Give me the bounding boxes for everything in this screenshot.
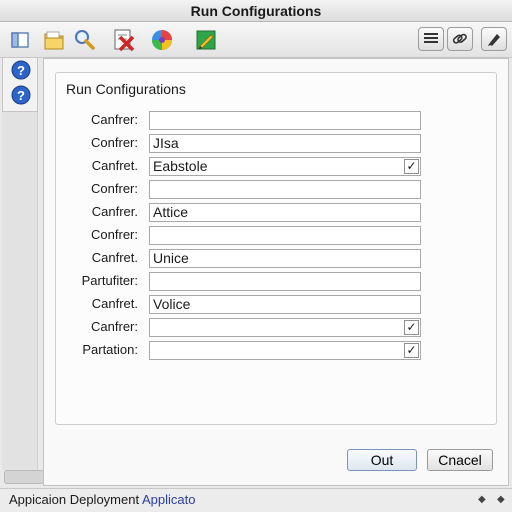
window-title-bar: Run Configurations (0, 0, 512, 22)
pen-icon (488, 34, 500, 46)
field-label: Canfret. (91, 250, 138, 265)
list-view-button[interactable] (418, 27, 444, 51)
edit-button[interactable] (192, 26, 220, 54)
config-field[interactable]: Volice (149, 295, 421, 314)
left-strip (2, 112, 38, 470)
config-field[interactable]: JIsa (149, 134, 421, 153)
field-label: Canfret. (91, 158, 138, 173)
field-checkbox[interactable]: ✓ (404, 343, 419, 358)
resize-icon[interactable]: ◆ (497, 489, 505, 511)
search-button[interactable] (70, 26, 98, 54)
status-bar: Appicaion Deployment Applicato ◆ ◆ (0, 488, 512, 512)
config-field[interactable]: Eabstole ✓ (149, 157, 421, 176)
field-label: Canfrer. (91, 204, 138, 219)
cancel-button[interactable]: Cnacel (427, 449, 493, 471)
status-link[interactable]: Applicato (142, 492, 195, 507)
field-label: Canfrer: (91, 319, 138, 334)
group-title: Run Configurations (66, 81, 186, 97)
config-field[interactable]: ✓ (149, 318, 421, 337)
configuration-group: Run Configurations Canfrer: Confrer: JIs… (55, 72, 497, 425)
list-icon (424, 33, 438, 43)
toolbar (0, 22, 512, 58)
config-field[interactable] (149, 226, 421, 245)
config-field[interactable] (149, 272, 421, 291)
help-icon: ? (11, 85, 31, 105)
link-button[interactable] (447, 27, 473, 51)
window-title: Run Configurations (190, 3, 322, 19)
folder-icon (44, 31, 64, 50)
sidebar-toggle-button[interactable] (6, 26, 34, 54)
run-configurations-dialog: Run Configurations Canfrer: Confrer: JIs… (43, 58, 509, 486)
field-label: Canfrer: (91, 112, 138, 127)
link-icon (452, 33, 467, 44)
field-label: Canfret. (91, 296, 138, 311)
resize-icon: ◆ (478, 494, 486, 505)
ok-button[interactable]: Out (347, 449, 417, 471)
field-label: Confrer: (91, 227, 138, 242)
config-field[interactable] (149, 111, 421, 130)
horizontal-scrollbar[interactable] (4, 470, 44, 484)
search-icon (75, 30, 95, 50)
field-checkbox[interactable]: ✓ (404, 159, 419, 174)
config-field[interactable]: Unice (149, 249, 421, 268)
config-field[interactable]: ✓ (149, 341, 421, 360)
delete-button[interactable] (110, 26, 138, 54)
help-icon: ? (11, 60, 31, 80)
svg-text:?: ? (17, 88, 25, 103)
field-label: Partufiter: (81, 273, 138, 288)
field-checkbox[interactable]: ✓ (404, 320, 419, 335)
folder-button[interactable] (40, 26, 68, 54)
color-wheel-icon (152, 30, 172, 50)
status-text: Appicaion Deployment (9, 492, 140, 507)
field-label: Confrer: (91, 135, 138, 150)
help-button-1[interactable]: ? (11, 60, 31, 80)
edit-icon (196, 30, 216, 50)
field-label: Partation: (82, 342, 138, 357)
config-field[interactable] (149, 180, 421, 199)
field-value: Eabstole (153, 158, 208, 174)
color-button[interactable] (148, 26, 176, 54)
pen-button[interactable] (481, 27, 507, 51)
help-button-2[interactable]: ? (11, 85, 31, 105)
left-panel: ? ? (2, 58, 38, 112)
delete-icon (114, 29, 135, 52)
field-label: Confrer: (91, 181, 138, 196)
sidebar-icon (11, 32, 29, 48)
svg-text:?: ? (17, 63, 25, 78)
config-field[interactable]: Attice (149, 203, 421, 222)
